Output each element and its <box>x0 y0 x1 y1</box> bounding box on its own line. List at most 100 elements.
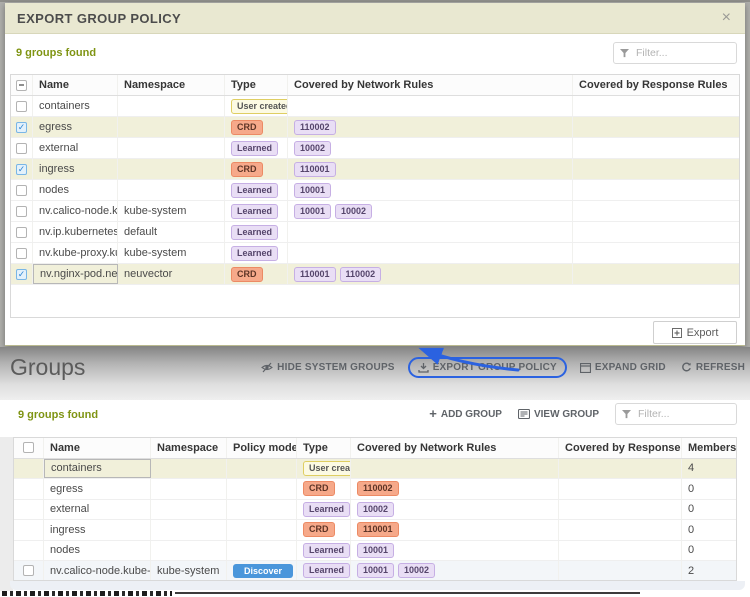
type-badge: User created <box>231 98 287 114</box>
rule-badge: 110002 <box>339 266 382 282</box>
add-group-button[interactable]: + ADD GROUP <box>429 406 502 421</box>
row-checkbox[interactable] <box>16 268 27 280</box>
rule-badge: 110002 <box>357 481 399 497</box>
export-button[interactable]: Export <box>653 321 737 344</box>
rule-badge: 110001 <box>294 161 336 177</box>
clipped-bottom-content <box>0 591 750 596</box>
row-checkbox[interactable] <box>16 184 27 196</box>
refresh-label: REFRESH <box>695 362 745 373</box>
table-row[interactable]: external Learned 10002 0 <box>14 499 736 520</box>
table-row[interactable]: egress CRD 110002 0 <box>14 479 736 500</box>
row-checkbox[interactable] <box>16 247 27 259</box>
add-group-label: ADD GROUP <box>440 408 502 420</box>
col-response-rules[interactable]: Covered by Response Rules <box>573 75 739 95</box>
table-row[interactable]: nv.ip.kubernetes.d default Learned <box>11 222 739 243</box>
expand-grid-icon <box>579 362 591 373</box>
group-namespace <box>118 159 225 179</box>
groups-toolbar: HIDE SYSTEM GROUPS EXPORT GROUP POLICY E… <box>261 357 745 378</box>
table-row[interactable]: containers User created 4 <box>14 458 736 479</box>
row-checkbox[interactable] <box>16 121 27 133</box>
table-header-row: Name Namespace Type Covered by Network R… <box>11 75 739 96</box>
row-checkbox[interactable] <box>16 142 27 154</box>
col-type[interactable]: Type <box>297 438 351 458</box>
rule-badge: 10002 <box>398 563 436 579</box>
groups-table: Name Namespace Policy mode Type Covered … <box>13 437 737 581</box>
rule-badge: 10001 <box>357 542 395 558</box>
export-group-policy-button[interactable]: EXPORT GROUP POLICY <box>407 357 567 378</box>
groups-filter-input[interactable] <box>636 407 730 421</box>
view-group-icon <box>517 409 530 419</box>
rule-badge: 10002 <box>294 140 332 156</box>
table-row[interactable]: nv.calico-node.kube-sys kube-system Disc… <box>14 561 736 580</box>
row-checkbox[interactable] <box>16 205 27 217</box>
policy-mode-pill[interactable]: Discover <box>233 563 294 578</box>
select-all-checkbox[interactable] <box>23 442 34 454</box>
table-row[interactable]: nodes Learned 10001 <box>11 180 739 201</box>
col-response-rules[interactable]: Covered by Response R.. <box>559 438 682 458</box>
col-members[interactable]: Members <box>682 438 736 458</box>
group-name: containers <box>44 458 151 478</box>
groups-found-count: 9 groups found <box>16 47 97 59</box>
rule-badge: 10001 <box>357 563 395 579</box>
col-network-rules[interactable]: Covered by Network Rules <box>351 438 559 458</box>
table-row[interactable]: nv.kube-proxy.kub kube-system Learned <box>11 243 739 264</box>
select-all-checkbox[interactable] <box>16 79 27 91</box>
group-name: nodes <box>33 180 118 200</box>
group-namespace: neuvector <box>118 264 225 284</box>
table-row[interactable]: nodes Learned 10001 0 <box>14 540 736 561</box>
row-checkbox[interactable] <box>23 565 34 577</box>
row-checkbox[interactable] <box>16 226 27 238</box>
group-namespace <box>118 180 225 200</box>
modal-header: EXPORT GROUP POLICY × <box>5 3 745 34</box>
col-namespace[interactable]: Namespace <box>118 75 225 95</box>
col-name[interactable]: Name <box>33 75 118 95</box>
group-name: egress <box>44 479 151 499</box>
group-name: nv.nginx-pod.neuv <box>33 264 118 284</box>
col-network-rules[interactable]: Covered by Network Rules <box>288 75 573 95</box>
rule-badge: 110001 <box>357 522 399 538</box>
table-row[interactable]: nv.calico-node.kub kube-system Learned 1… <box>11 201 739 222</box>
group-namespace <box>151 499 227 519</box>
eye-slash-icon <box>261 362 274 373</box>
table-row[interactable]: containers User created <box>11 96 739 117</box>
refresh-icon <box>681 362 691 372</box>
horizontal-scrollbar[interactable] <box>10 581 745 590</box>
group-name: containers <box>33 96 118 116</box>
rule-badge: 10001 <box>294 203 332 219</box>
groups-filter-box[interactable] <box>615 403 737 425</box>
col-namespace[interactable]: Namespace <box>151 438 227 458</box>
expand-grid-button[interactable]: EXPAND GRID <box>579 362 666 373</box>
table-row[interactable]: ingress CRD 110001 <box>11 159 739 180</box>
modal-filter-input[interactable] <box>634 46 730 60</box>
table-row[interactable]: ingress CRD 110001 0 <box>14 520 736 541</box>
panel-actions: + ADD GROUP VIEW GROUP <box>429 403 737 425</box>
row-checkbox[interactable] <box>16 100 27 112</box>
close-icon[interactable]: × <box>720 10 733 26</box>
view-group-button[interactable]: VIEW GROUP <box>517 409 599 420</box>
group-namespace <box>118 96 225 116</box>
members-count: 4 <box>688 462 695 475</box>
table-row[interactable]: egress CRD 110002 <box>11 117 739 138</box>
col-policy-mode[interactable]: Policy mode <box>227 438 297 458</box>
plus-icon: + <box>429 406 437 421</box>
expand-grid-label: EXPAND GRID <box>594 362 666 373</box>
col-type[interactable]: Type <box>225 75 288 95</box>
members-count: 0 <box>688 503 695 516</box>
hide-system-groups-button[interactable]: HIDE SYSTEM GROUPS <box>261 362 395 373</box>
row-checkbox[interactable] <box>16 163 27 175</box>
type-badge: Learned <box>303 501 350 517</box>
col-name[interactable]: Name <box>44 438 151 458</box>
modal-filter-box[interactable] <box>613 42 737 64</box>
members-count: 0 <box>688 544 695 557</box>
export-group-policy-label: EXPORT GROUP POLICY <box>432 362 557 373</box>
rule-badge: 10002 <box>335 203 373 219</box>
table-row[interactable]: nv.nginx-pod.neuv neuvector CRD 11000111… <box>11 264 739 285</box>
refresh-button[interactable]: REFRESH <box>681 362 745 373</box>
group-namespace <box>151 479 227 499</box>
members-count: 2 <box>688 564 695 577</box>
table-row[interactable]: external Learned 10002 <box>11 138 739 159</box>
type-badge: Learned <box>231 245 279 261</box>
groups-page-header: Groups HIDE SYSTEM GROUPS EXPORT GROUP P… <box>0 347 750 400</box>
group-name: nv.calico-node.kube-sys <box>44 561 151 580</box>
rule-badge: 10001 <box>294 182 332 198</box>
